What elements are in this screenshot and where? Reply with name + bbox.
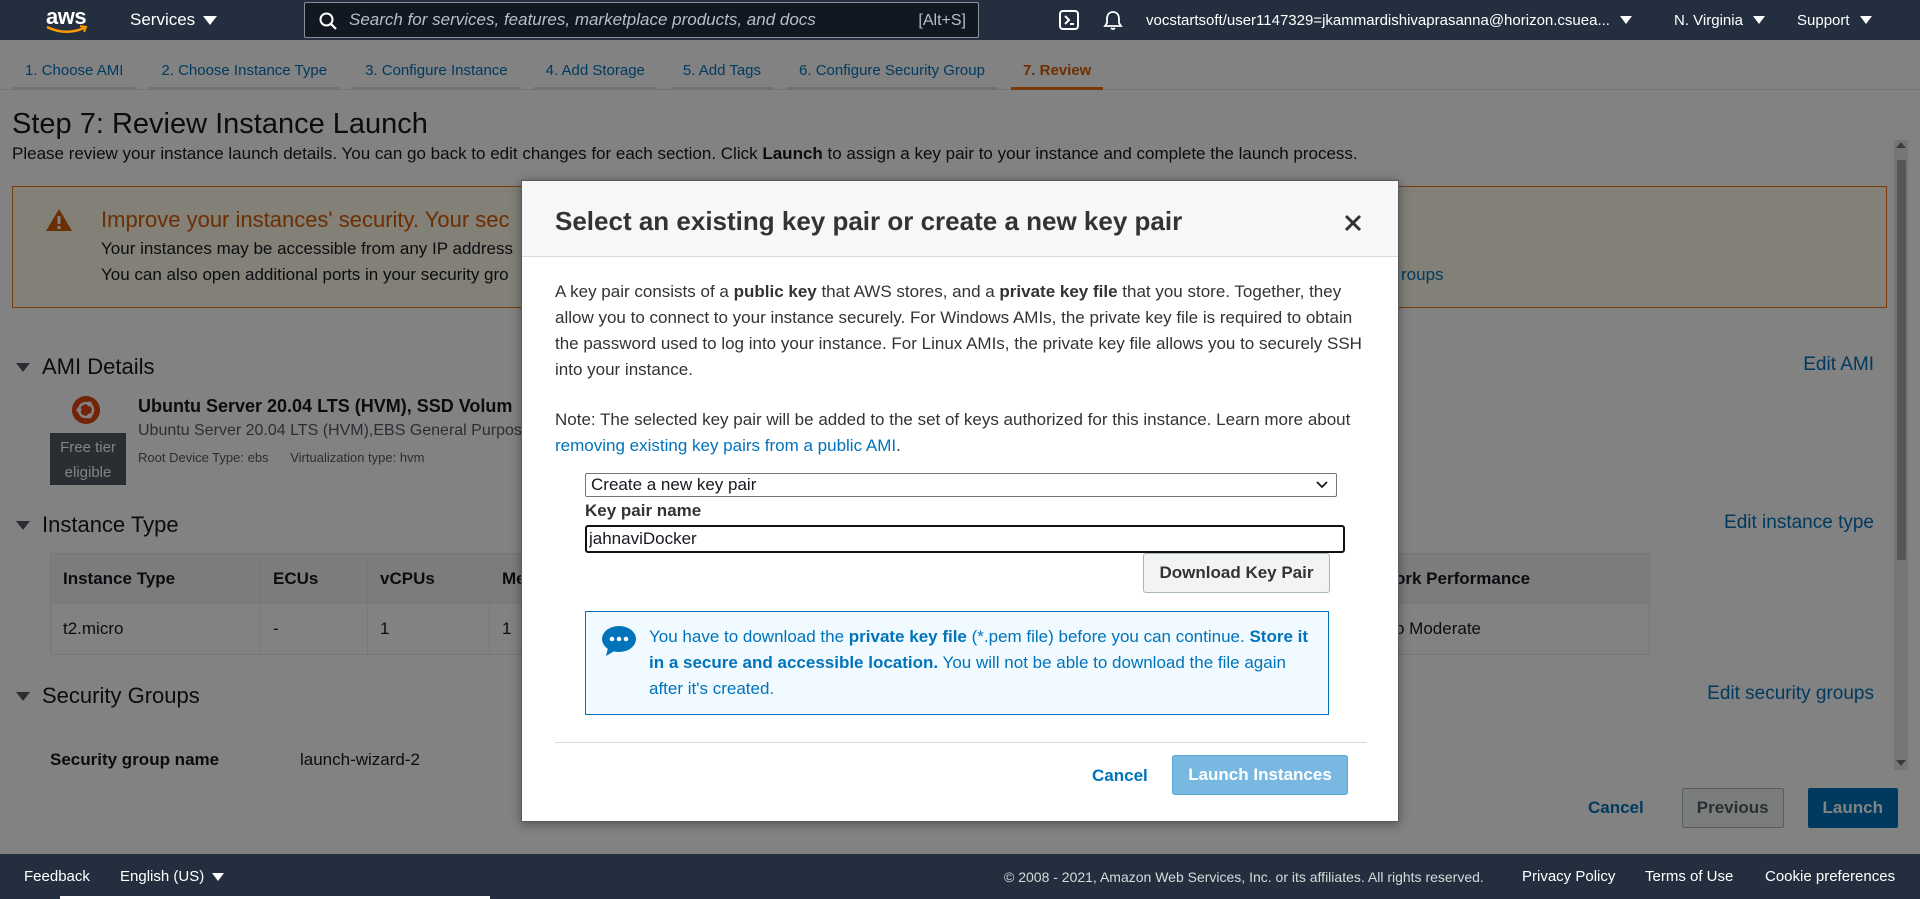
bell-icon [1103,11,1123,30]
chat-bubble-icon [602,626,636,656]
search-shortcut: [Alt+S] [918,12,966,29]
language-label: English (US) [120,868,205,885]
feedback-link[interactable]: Feedback [24,868,90,885]
close-x-icon [1344,214,1362,232]
cloudshell-icon [1059,10,1079,30]
launch-instances-button[interactable]: Launch Instances [1172,755,1348,795]
description-text: that AWS stores, and a [816,282,1000,301]
download-info-alert: You have to download the private key fil… [585,611,1329,715]
dialog-cancel-button[interactable]: Cancel [1092,756,1148,796]
search-icon [319,12,337,30]
info-text-part: (*.pem file) before you can continue. [966,627,1250,646]
info-text: You have to download the private key fil… [649,624,1321,702]
aws-logo[interactable]: aws [44,4,92,36]
cookie-preferences-link[interactable]: Cookie preferences [1765,868,1895,885]
dialog-divider [555,742,1367,743]
key-pair-dialog: Select an existing key pair or create a … [521,180,1399,822]
support-menu[interactable]: Support [1797,0,1872,40]
caret-down-icon [1619,16,1632,24]
copyright-text: © 2008 - 2021, Amazon Web Services, Inc.… [1004,869,1484,885]
search-bar: [Alt+S] [304,2,979,38]
privacy-policy-link[interactable]: Privacy Policy [1522,868,1615,885]
note-text: Note: The selected key pair will be adde… [555,410,1351,429]
description-text: A key pair consists of a [555,282,734,301]
info-text-part: You have to download the [649,627,849,646]
account-label: vocstartsoft/user1147329=jkammardishivap… [1146,11,1610,29]
region-menu[interactable]: N. Virginia [1674,0,1765,40]
caret-down-icon [1752,16,1765,24]
terms-of-use-link[interactable]: Terms of Use [1645,868,1733,885]
description-bold: public key [733,282,817,301]
smile-icon [46,25,88,33]
caret-down-icon [1859,16,1872,24]
caret-down-icon [212,872,225,881]
dialog-title: Select an existing key pair or create a … [555,206,1183,236]
key-pair-name-label: Key pair name [585,501,702,520]
key-pair-note: Note: The selected key pair will be adde… [555,407,1375,459]
services-label: Services [130,10,196,29]
note-text-end: . [896,436,901,455]
close-icon[interactable] [1342,209,1364,232]
dialog-header: Select an existing key pair or create a … [522,181,1398,257]
search-input[interactable] [305,3,978,37]
info-text-bold: private key file [848,627,967,646]
region-label: N. Virginia [1674,11,1743,29]
select-value: Create a new key pair [591,475,757,494]
download-key-pair-button[interactable]: Download Key Pair [1143,553,1330,593]
caret-down-icon [203,15,218,25]
description-bold: private key file [999,282,1118,301]
notifications-button[interactable] [1102,0,1124,40]
key-pair-select[interactable]: Create a new key pair [585,473,1337,497]
language-menu[interactable]: English (US) [120,868,225,885]
account-menu[interactable]: vocstartsoft/user1147329=jkammardishivap… [1146,0,1632,40]
top-navigation: aws Services [Alt+S] vocstartsoft/user11… [0,0,1920,40]
key-pair-description: A key pair consists of a public key that… [555,279,1375,383]
support-label: Support [1797,11,1850,29]
services-menu[interactable]: Services [130,10,218,30]
chevron-down-icon [1316,481,1328,489]
cloudshell-button[interactable] [1058,0,1080,40]
remove-key-pairs-link[interactable]: removing existing key pairs from a publi… [555,436,896,455]
key-pair-name-input[interactable] [585,525,1345,553]
footer: Feedback English (US) © 2008 - 2021, Ama… [0,854,1920,899]
